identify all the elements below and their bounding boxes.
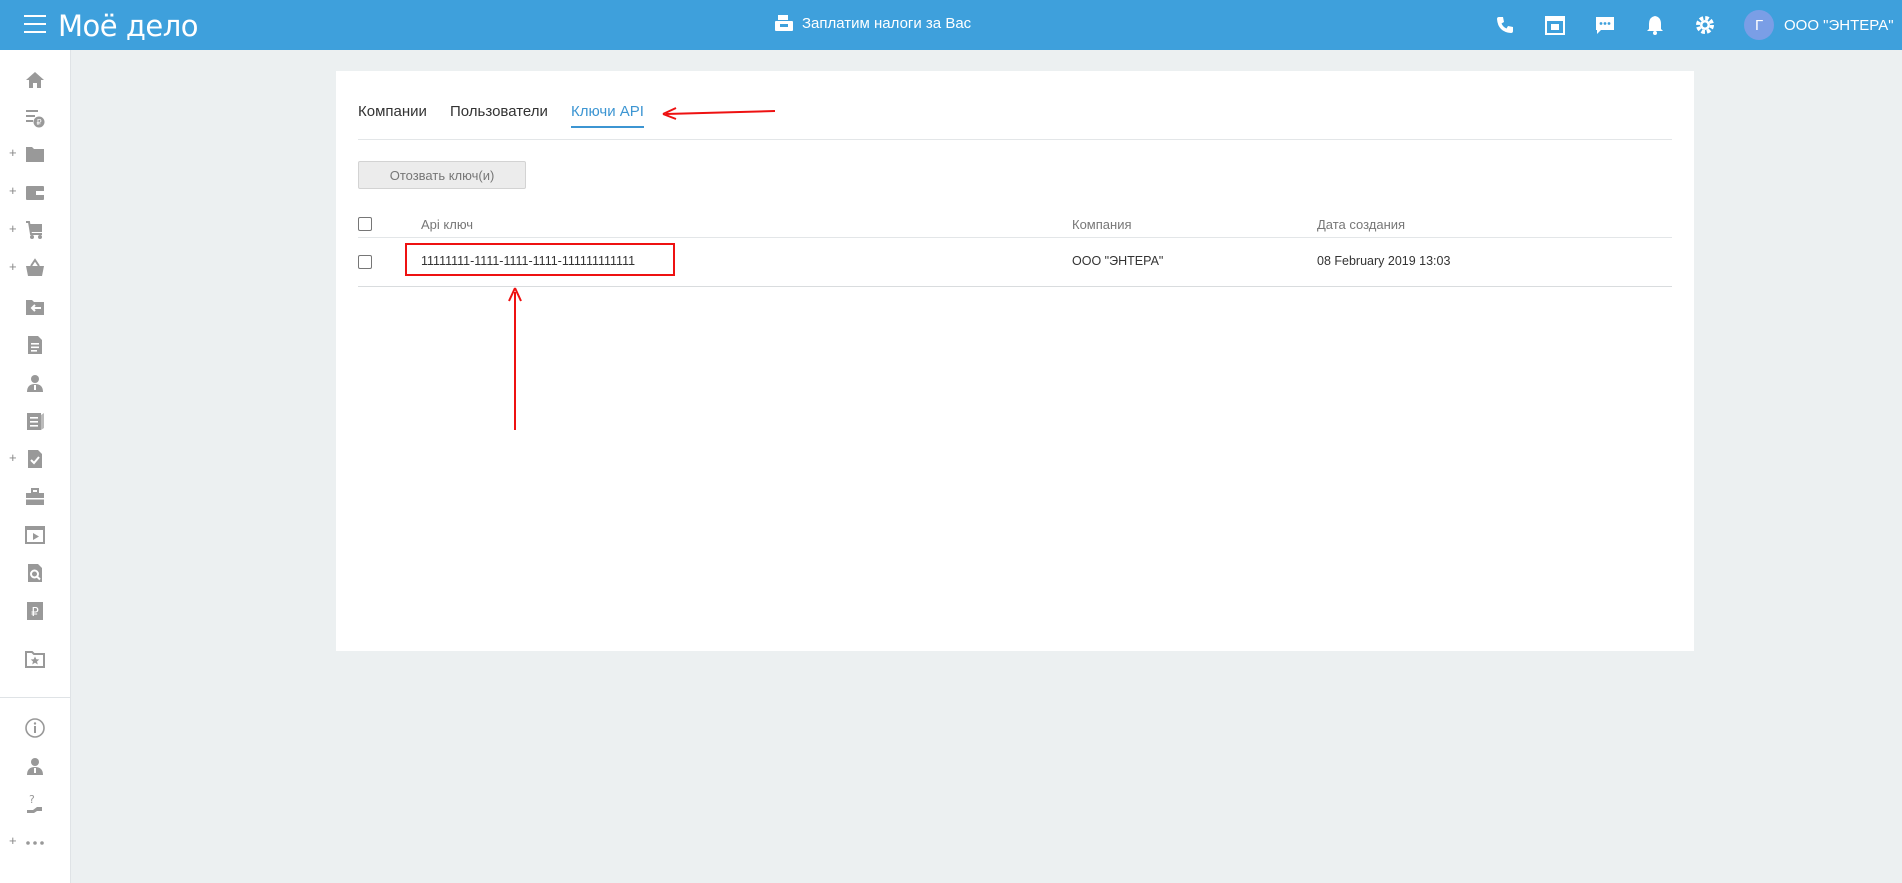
arrow-to-api-tab [662, 107, 776, 120]
arrow-to-api-key [508, 287, 522, 430]
annotation-arrows [508, 107, 776, 430]
